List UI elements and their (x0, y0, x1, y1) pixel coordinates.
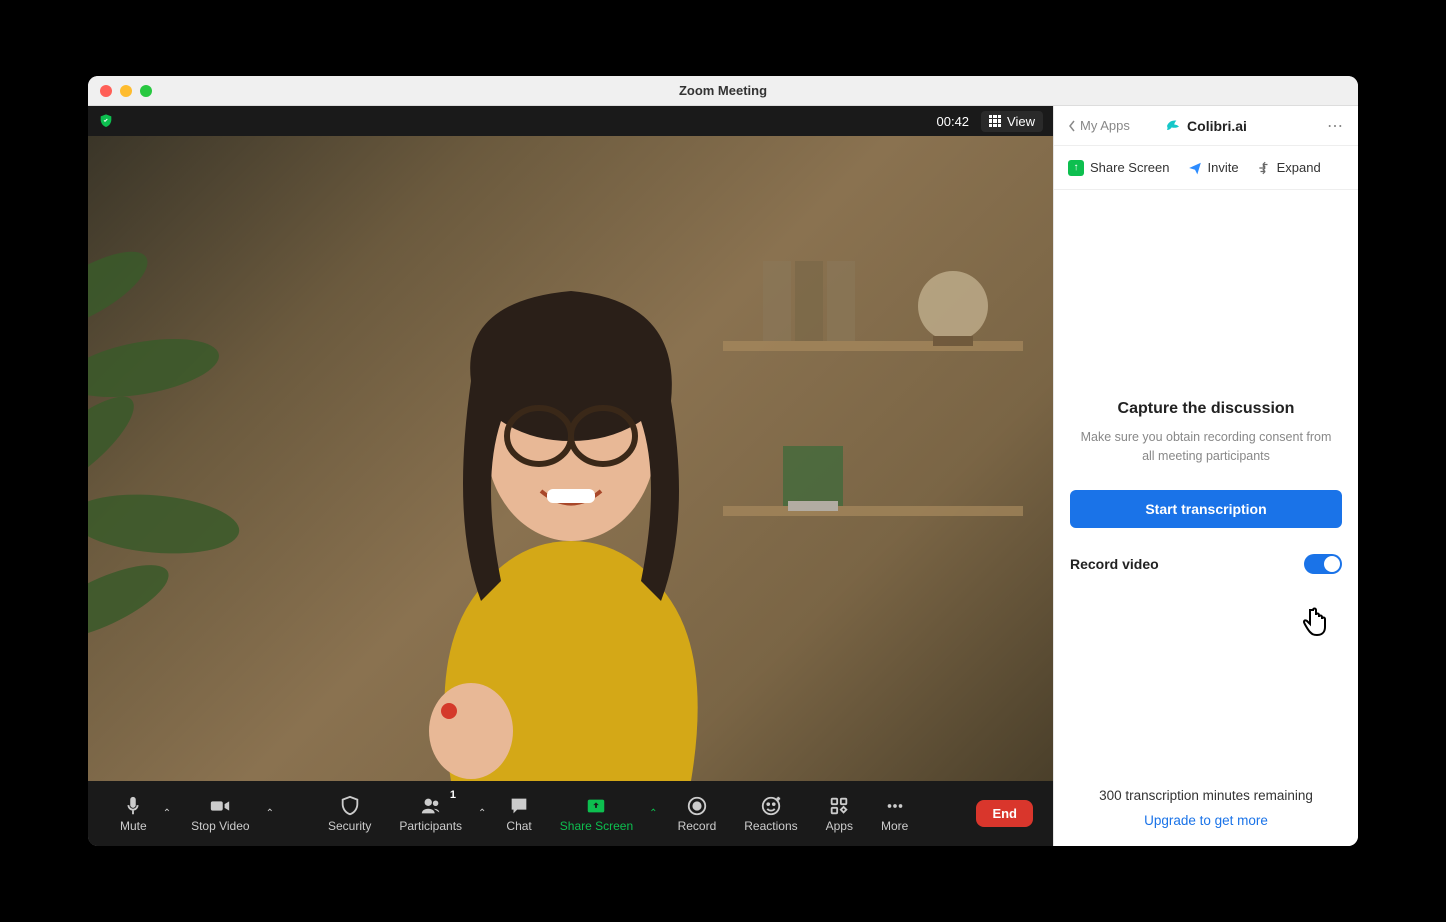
panel-expand[interactable]: Expand (1257, 160, 1321, 175)
apps-icon (828, 795, 850, 817)
record-label: Record (678, 819, 717, 833)
window-minimize-button[interactable] (120, 85, 132, 97)
panel-body: Capture the discussion Make sure you obt… (1054, 190, 1358, 846)
back-label: My Apps (1080, 118, 1130, 133)
invite-label: Invite (1208, 160, 1239, 175)
view-label: View (1007, 114, 1035, 129)
record-button[interactable]: Record (666, 791, 729, 837)
window-close-button[interactable] (100, 85, 112, 97)
send-icon (1188, 161, 1202, 175)
side-panel: My Apps Colibri.ai ⋯ ↑ Share Screen Invi… (1053, 106, 1358, 846)
share-screen-button[interactable]: Share Screen (548, 791, 645, 837)
video-menu-caret[interactable]: ⌃ (262, 791, 278, 837)
back-my-apps[interactable]: My Apps (1068, 118, 1130, 133)
panel-header: My Apps Colibri.ai ⋯ (1054, 106, 1358, 146)
traffic-lights (88, 85, 152, 97)
grid-icon (989, 115, 1001, 127)
chevron-left-icon (1068, 120, 1076, 132)
panel-more-button[interactable]: ⋯ (1327, 116, 1344, 136)
share-label: Share Screen (1090, 160, 1170, 175)
upgrade-link[interactable]: Upgrade to get more (1070, 813, 1342, 828)
meeting-timer: 00:42 (937, 114, 970, 129)
capture-section: Capture the discussion Make sure you obt… (1070, 400, 1342, 574)
participants-count: 1 (450, 789, 456, 801)
start-transcription-button[interactable]: Start transcription (1070, 490, 1342, 528)
people-icon (420, 795, 442, 817)
reactions-button[interactable]: Reactions (732, 791, 809, 837)
app-name: Colibri.ai (1187, 118, 1247, 134)
mute-button[interactable]: Mute (108, 791, 159, 837)
more-label: More (881, 819, 908, 833)
record-video-row: Record video (1070, 554, 1342, 574)
more-button[interactable]: More (869, 791, 920, 837)
window-title: Zoom Meeting (88, 83, 1358, 98)
security-label: Security (328, 819, 371, 833)
video-feed[interactable] (88, 136, 1053, 781)
video-area: 00:42 View (88, 106, 1053, 846)
background-plant (88, 186, 298, 686)
stop-video-button[interactable]: Stop Video (179, 791, 262, 837)
panel-invite[interactable]: Invite (1188, 160, 1239, 175)
titlebar: Zoom Meeting (88, 76, 1358, 106)
capture-subtitle: Make sure you obtain recording consent f… (1070, 428, 1342, 466)
minutes-remaining: 300 transcription minutes remaining (1070, 788, 1342, 803)
chat-icon (508, 795, 530, 817)
expand-icon (1257, 161, 1271, 175)
window-maximize-button[interactable] (140, 85, 152, 97)
shield-outline-icon (339, 795, 361, 817)
panel-share-screen[interactable]: ↑ Share Screen (1068, 160, 1170, 176)
capture-title: Capture the discussion (1070, 400, 1342, 418)
share-up-icon: ↑ (1068, 160, 1084, 176)
share-menu-caret[interactable]: ⌃ (645, 791, 661, 837)
more-icon (884, 795, 906, 817)
record-video-label: Record video (1070, 556, 1159, 572)
apps-label: Apps (826, 819, 853, 833)
window-body: 00:42 View (88, 106, 1358, 846)
share-screen-label: Share Screen (560, 819, 633, 833)
zoom-window: Zoom Meeting 00:42 View (88, 76, 1358, 846)
participant-video (331, 241, 811, 781)
chat-label: Chat (506, 819, 531, 833)
mute-label: Mute (120, 819, 147, 833)
cursor-pointer-icon (1300, 606, 1330, 642)
video-top-bar: 00:42 View (88, 106, 1053, 136)
security-button[interactable]: Security (316, 791, 383, 837)
panel-actions: ↑ Share Screen Invite Expand (1054, 146, 1358, 190)
participants-label: Participants (399, 819, 462, 833)
meeting-controls: Mute ⌃ Stop Video ⌃ Security (88, 781, 1053, 846)
smile-icon (760, 795, 782, 817)
stop-video-label: Stop Video (191, 819, 250, 833)
participants-menu-caret[interactable]: ⌃ (474, 791, 490, 837)
mute-menu-caret[interactable]: ⌃ (159, 791, 175, 837)
expand-label: Expand (1277, 160, 1321, 175)
share-screen-icon (585, 795, 607, 817)
shield-icon[interactable] (98, 113, 114, 129)
reactions-label: Reactions (744, 819, 797, 833)
view-button[interactable]: View (981, 111, 1043, 132)
chat-button[interactable]: Chat (494, 791, 543, 837)
end-button[interactable]: End (976, 800, 1033, 827)
panel-footer: 300 transcription minutes remaining Upgr… (1070, 788, 1342, 846)
participants-button[interactable]: 1 Participants (387, 791, 474, 837)
record-icon (686, 795, 708, 817)
apps-button[interactable]: Apps (814, 791, 865, 837)
record-video-toggle[interactable] (1304, 554, 1342, 574)
top-right-controls: 00:42 View (937, 111, 1044, 132)
microphone-icon (122, 795, 144, 817)
colibri-icon (1165, 118, 1181, 134)
camera-icon (209, 795, 231, 817)
